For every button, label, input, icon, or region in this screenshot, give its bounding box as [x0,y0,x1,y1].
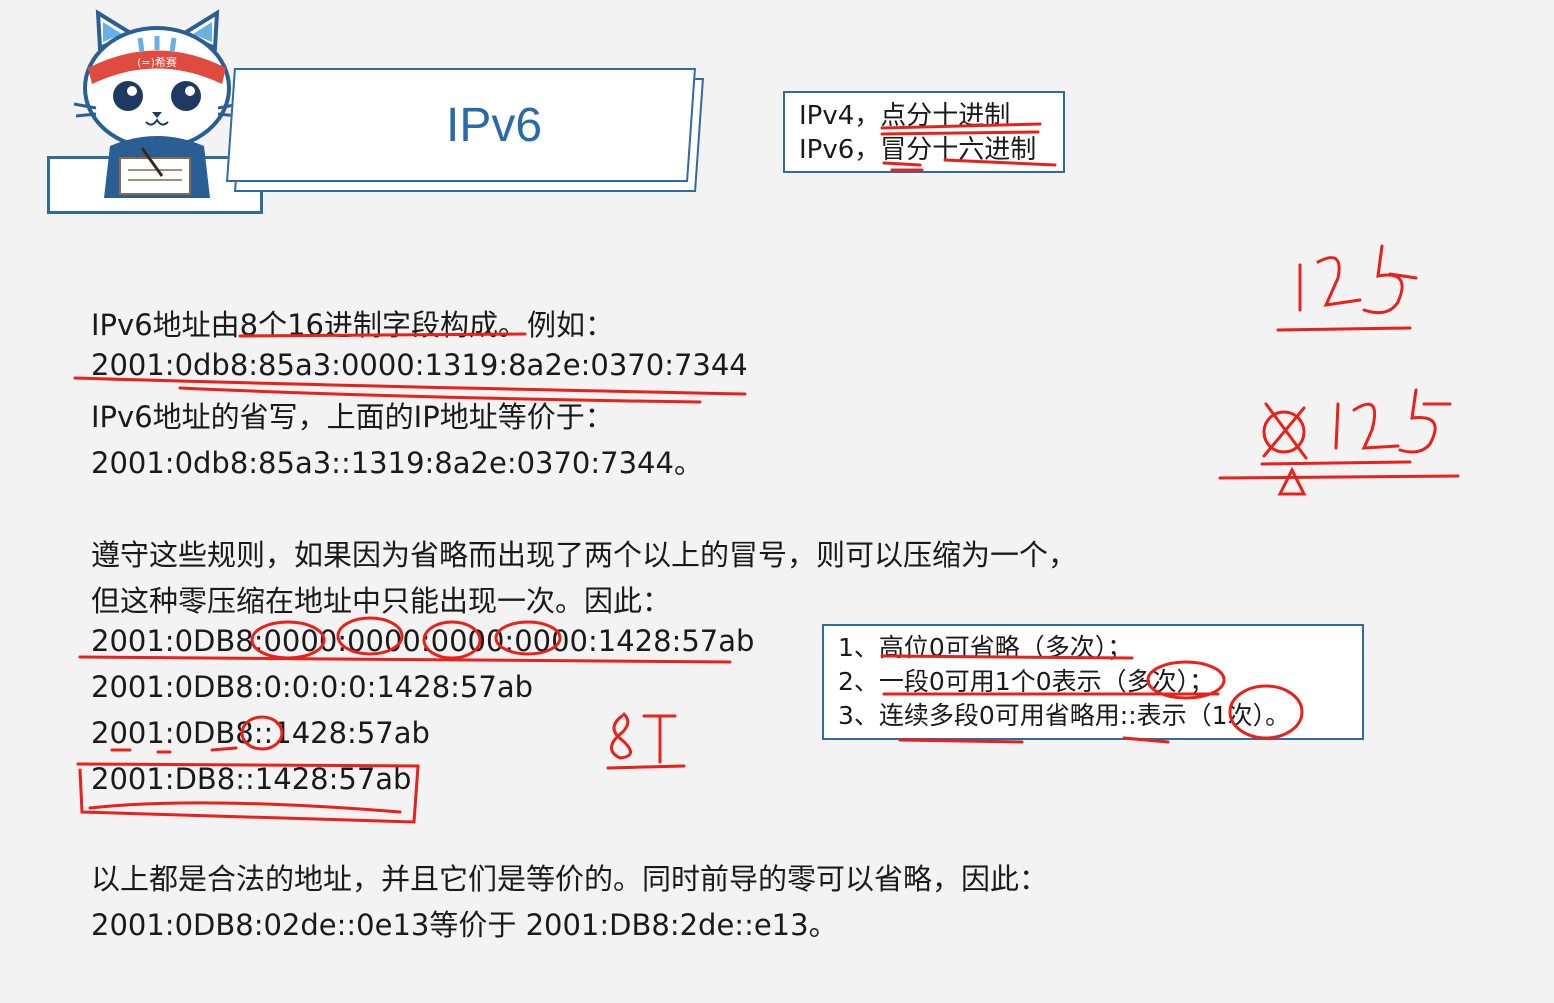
rule-item: 1、高位0可省略（多次）； [838,633,1133,662]
body-line: 2001:DB8::1428:57ab [91,762,412,796]
body-line: 但这种零压缩在地址中只能出现一次。因此： [91,584,672,618]
body-line: 2001:0db8:85a3::1319:8a2e:0370:7344。 [91,446,703,480]
body-line: 2001:0DB8::1428:57ab [91,716,430,750]
notation-ipv4: IPv4，点分十进制 [799,101,1011,131]
notation-box: IPv4，点分十进制 IPv6，冒分十六进制 [783,91,1065,173]
notation-ipv6: IPv6，冒分十六进制 [799,135,1037,165]
page-title: IPv6 [446,99,543,152]
rules-box: 1、高位0可省略（多次）； 2、一段0可用1个0表示（多次）； 3、连续多段0可… [822,624,1364,740]
rule-item: 3、连续多段0可用省略用::表示（1次）。 [838,701,1291,730]
body-line: 2001:0DB8:02de::0e13等价于 2001:DB8:2de::e1… [91,908,838,942]
badge-text: (=)希赛 [137,55,177,69]
body-line: 以上都是合法的地址，并且它们是等价的。同时前导的零可以省略，因此： [91,862,1049,896]
body-line: 遵守这些规则，如果因为省略而出现了两个以上的冒号，则可以压缩为一个， [91,538,1078,572]
rule-item: 2、一段0可用1个0表示（多次）； [838,667,1215,696]
body-line: 2001:0db8:85a3:0000:1319:8a2e:0370:7344 [91,348,748,382]
body-line: IPv6地址的省写，上面的IP地址等价于： [91,400,614,434]
body-line: 2001:0DB8:0000:0000:0000:0000:1428:57ab [91,624,755,658]
body-line: IPv6地址由8个16进制字段构成。例如： [91,308,615,342]
cat-mascot-icon: (=)希赛 [73,9,241,198]
body-line: 2001:0DB8:0:0:0:0:1428:57ab [91,670,534,704]
